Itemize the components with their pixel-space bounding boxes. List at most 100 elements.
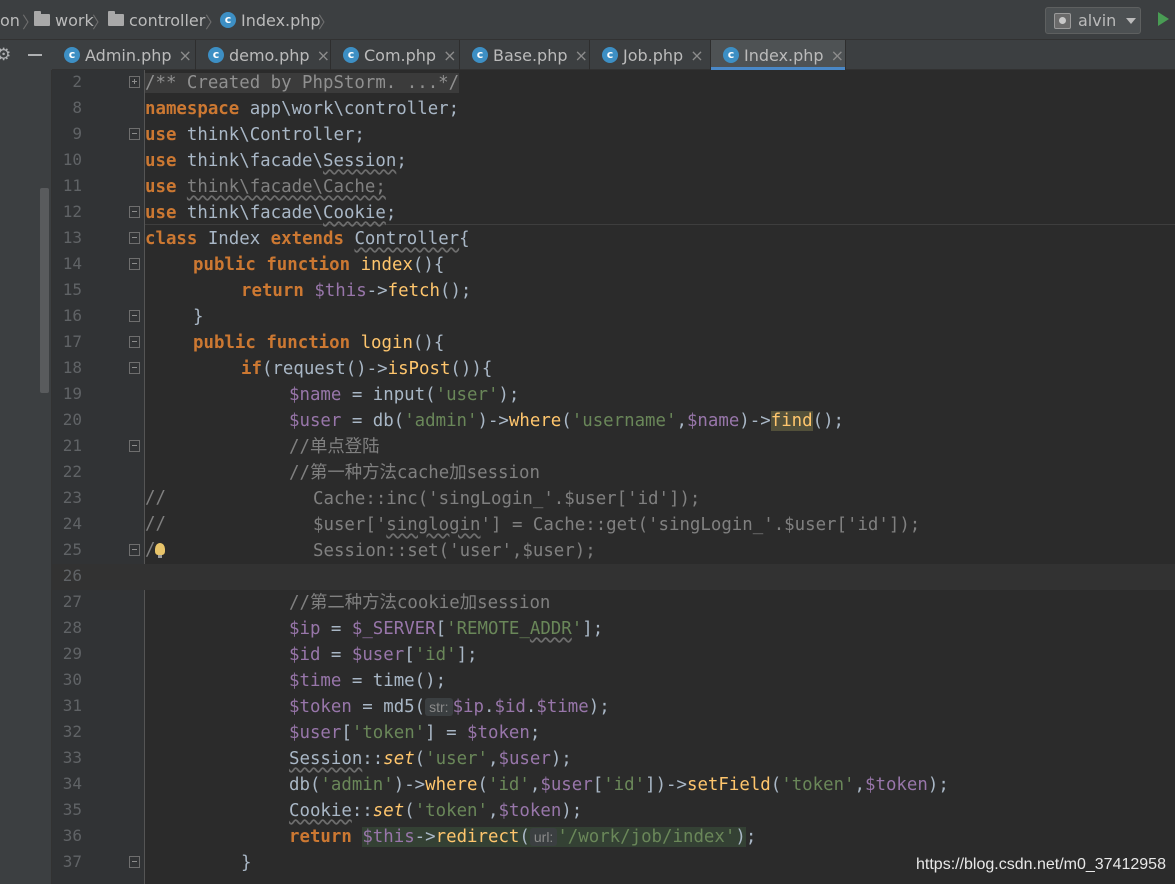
code-line[interactable]: 35 Cookie::set('token',$token); — [52, 798, 1175, 824]
tab-com-php[interactable]: c Com.php × — [331, 40, 460, 70]
code-text: use think\Controller; — [145, 125, 365, 145]
tab-admin-php[interactable]: c Admin.php × — [52, 40, 196, 70]
tab-index-php[interactable]: c Index.php × — [711, 40, 846, 70]
code-text: db('admin')->where('id',$user['id'])->se… — [289, 775, 949, 795]
folded-comment[interactable]: /** Created by PhpStorm. ...*/ — [145, 73, 460, 93]
breadcrumb-folder-work[interactable]: work — [34, 10, 94, 30]
fold-collapse-icon[interactable] — [129, 336, 140, 348]
fold-collapse-icon[interactable] — [129, 856, 140, 868]
tab-label: demo.php — [228, 45, 310, 65]
scrollbar[interactable] — [40, 188, 49, 393]
php-class-icon: c — [220, 12, 236, 28]
code-line[interactable]: 29 $id = $user['id']; — [52, 642, 1175, 668]
code-line[interactable]: 19 $name = input('user'); — [52, 382, 1175, 408]
code-line[interactable]: 36 return $this->redirect(url: '/work/job… — [52, 824, 1175, 850]
code-comment: //单点登陆 — [289, 437, 380, 457]
fold-collapse-icon[interactable] — [129, 440, 140, 452]
code-text: public function index(){ — [193, 255, 445, 275]
breadcrumb-project[interactable]: on — [0, 10, 20, 30]
code-line[interactable]: 10 use think\facade\Session; — [52, 148, 1175, 174]
code-line[interactable]: 33 Session::set('user',$user); — [52, 746, 1175, 772]
code-text: $token = md5(str: $ip.$id.$time); — [289, 697, 610, 717]
close-icon[interactable]: × — [690, 46, 703, 65]
tab-base-php[interactable]: c Base.php × — [460, 40, 590, 70]
code-line[interactable]: 17 public function login(){ — [52, 330, 1175, 356]
line-number: 31 — [62, 696, 82, 715]
gear-icon[interactable]: ⚙ — [0, 45, 11, 65]
code-line[interactable]: 13 class Index extends Controller{ — [52, 226, 1175, 252]
close-icon[interactable]: × — [443, 46, 456, 65]
code-line[interactable]: 20 $user = db('admin')->where('username'… — [52, 408, 1175, 434]
code-text: return $this->fetch(); — [241, 281, 472, 301]
line-number: 33 — [62, 748, 82, 767]
line-number: 17 — [62, 332, 82, 351]
line-number: 26 — [62, 566, 82, 585]
code-line[interactable]: 11 use think\facade\Cache; — [52, 174, 1175, 200]
code-editor[interactable]: 2 /** Created by PhpStorm. ...*/ 8 names… — [52, 70, 1175, 884]
code-line[interactable]: 32 $user['token'] = $token; — [52, 720, 1175, 746]
fold-collapse-icon[interactable] — [129, 544, 140, 556]
code-line[interactable]: 18 if(request()->isPost()){ — [52, 356, 1175, 382]
collapse-icon[interactable] — [28, 54, 42, 56]
fold-collapse-icon[interactable] — [129, 128, 140, 140]
code-line[interactable]: 8 namespace app\work\controller; — [52, 96, 1175, 122]
tab-job-php[interactable]: c Job.php × — [590, 40, 711, 70]
line-number: 16 — [62, 306, 82, 325]
code-line[interactable]: 16 } — [52, 304, 1175, 330]
tab-demo-php[interactable]: c demo.php × — [196, 40, 331, 70]
code-line[interactable]: 15 return $this->fetch(); — [52, 278, 1175, 304]
lightbulb-icon[interactable] — [155, 543, 165, 558]
code-line[interactable]: 23 // Cache::inc('singLogin_'.$user['id'… — [52, 486, 1175, 512]
close-icon[interactable]: × — [575, 46, 588, 65]
code-text: $id = $user['id']; — [289, 645, 478, 665]
breadcrumb-file[interactable]: c Index.php — [220, 10, 321, 30]
vcs-user-dropdown[interactable]: alvin — [1045, 7, 1141, 34]
folder-icon — [108, 11, 124, 26]
tab-label: Com.php — [364, 45, 437, 65]
code-line[interactable]: 24 // $user['singlogin'] = Cache::get('s… — [52, 512, 1175, 538]
close-icon[interactable]: × — [317, 46, 330, 65]
project-tool-panel — [0, 70, 52, 884]
editor-tab-bar: c Admin.php × c demo.php × c Com.php × c… — [52, 40, 1175, 70]
close-icon[interactable]: × — [179, 46, 192, 65]
fold-collapse-icon[interactable] — [129, 310, 140, 322]
line-number: 23 — [62, 488, 82, 507]
code-text: use think\facade\Session; — [145, 151, 407, 171]
code-line[interactable]: 9 use think\Controller; — [52, 122, 1175, 148]
fold-collapse-icon[interactable] — [129, 232, 140, 244]
code-line[interactable]: 22 //第一种方法cache加session — [52, 460, 1175, 486]
code-line[interactable]: 30 $time = time(); — [52, 668, 1175, 694]
code-line[interactable]: 27 //第二种方法cookie加session — [52, 590, 1175, 616]
line-number: 8 — [72, 98, 82, 117]
code-text: Cookie::set('token',$token); — [289, 801, 583, 821]
code-text: namespace app\work\controller; — [145, 99, 460, 119]
line-number: 18 — [62, 358, 82, 377]
breadcrumb-folder-controller[interactable]: controller — [108, 10, 205, 30]
run-icon[interactable] — [1158, 12, 1169, 26]
fold-collapse-icon[interactable] — [129, 362, 140, 374]
php-class-icon: c — [472, 47, 488, 63]
tab-label: Base.php — [493, 45, 568, 65]
code-line[interactable]: 25 / Session::set('user',$user); — [52, 538, 1175, 564]
code-line[interactable]: 34 db('admin')->where('id',$user['id'])-… — [52, 772, 1175, 798]
code-text: } — [193, 307, 204, 327]
fold-collapse-icon[interactable] — [129, 206, 140, 218]
line-number: 34 — [62, 774, 82, 793]
code-line[interactable]: 2 /** Created by PhpStorm. ...*/ — [52, 70, 1175, 96]
code-line[interactable]: 21 //单点登陆 — [52, 434, 1175, 460]
code-line[interactable]: 12 use think\facade\Cookie; — [52, 200, 1175, 226]
code-text: $user['token'] = $token; — [289, 723, 541, 743]
code-comment: $user['singlogin'] = Cache::get('singLog… — [313, 515, 921, 535]
fold-collapse-icon[interactable] — [129, 258, 140, 270]
code-line[interactable]: 28 $ip = $_SERVER['REMOTE_ADDR']; — [52, 616, 1175, 642]
code-line-current[interactable]: 26 — [52, 564, 1175, 590]
code-text: $ip = $_SERVER['REMOTE_ADDR']; — [289, 619, 604, 639]
php-class-icon: c — [64, 47, 80, 63]
code-text: /** Created by PhpStorm. ...*/ — [145, 72, 460, 94]
close-icon[interactable]: × — [831, 46, 844, 65]
fold-expand-icon[interactable] — [129, 76, 140, 88]
code-line[interactable]: 31 $token = md5(str: $ip.$id.$time); — [52, 694, 1175, 720]
code-line[interactable]: 14 public function index(){ — [52, 252, 1175, 278]
line-number: 14 — [62, 254, 82, 273]
line-number: 37 — [62, 852, 82, 871]
